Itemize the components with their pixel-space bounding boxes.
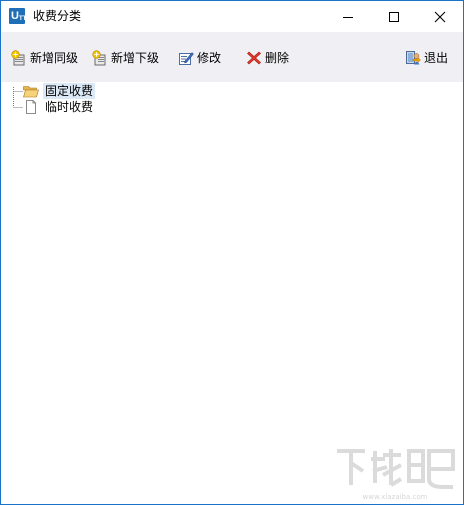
delete-label: 删除 [265, 51, 290, 65]
title-bar[interactable]: UTT 收费分类 [1, 1, 463, 32]
app-icon-letter: U [11, 10, 19, 22]
app-icon: UTT [9, 8, 27, 24]
close-button[interactable] [417, 1, 463, 32]
maximize-icon [389, 11, 399, 22]
edit-icon [179, 52, 194, 65]
watermark-logo: www.xiazaiba.com [337, 449, 455, 501]
minimize-button[interactable] [325, 1, 371, 32]
maximize-button[interactable] [371, 1, 417, 32]
delete-x-icon [247, 51, 261, 65]
exit-button[interactable]: 退出 [405, 49, 448, 67]
window-title: 收费分类 [33, 9, 82, 23]
tree-node-label: 临时收费 [45, 100, 94, 114]
tree-node-fixed-fee[interactable]: 固定收费 [23, 83, 96, 99]
folder-open-icon [23, 86, 39, 98]
exit-icon [406, 51, 421, 65]
app-icon-subscript: TT [18, 16, 27, 22]
watermark-url: www.xiazaiba.com [363, 493, 428, 501]
tree-node-label: 固定收费 [43, 83, 96, 99]
add-child-icon [92, 50, 106, 66]
add-sibling-icon [11, 50, 25, 66]
exit-label: 退出 [424, 51, 449, 65]
window: UTT 收费分类 新增同级 新增下级 修改 删除 退出 固定收费 临时收费 ww… [0, 0, 464, 505]
close-icon [434, 11, 446, 22]
add-same-level-label: 新增同级 [30, 51, 79, 65]
toolbar: 新增同级 新增下级 修改 删除 退出 [1, 32, 463, 82]
tree-node-temp-fee[interactable]: 临时收费 [23, 99, 95, 115]
edit-label: 修改 [197, 51, 222, 65]
delete-button[interactable]: 删除 [246, 49, 289, 67]
document-icon [26, 100, 36, 114]
add-child-level-label: 新增下级 [111, 51, 160, 65]
minimize-icon [343, 16, 353, 18]
edit-button[interactable]: 修改 [178, 49, 221, 67]
add-child-level-button[interactable]: 新增下级 [92, 49, 159, 67]
add-same-level-button[interactable]: 新增同级 [11, 49, 78, 67]
